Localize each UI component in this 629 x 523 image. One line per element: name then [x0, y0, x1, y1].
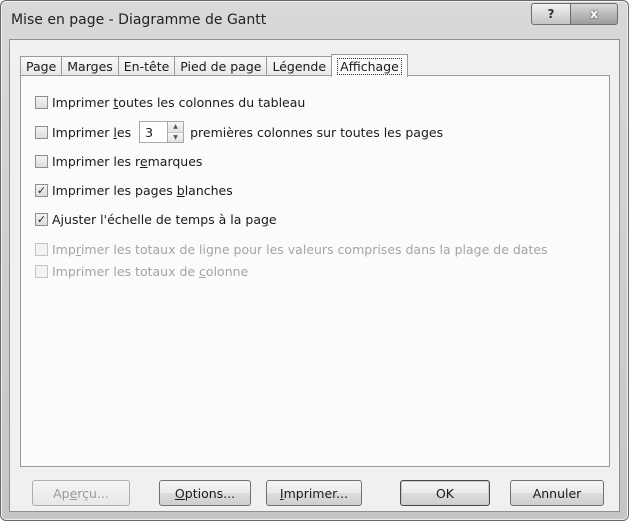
title-bar[interactable]: Mise en page - Diagramme de Gantt ? x — [1, 1, 628, 39]
help-button[interactable]: ? — [531, 3, 571, 25]
print-first-columns-checkbox[interactable] — [35, 125, 48, 139]
close-button[interactable]: x — [571, 3, 618, 25]
print-first-columns-suffix: premières colonnes sur toutes les pages — [190, 124, 444, 140]
fit-timescale-label: Ajuster l'échelle de temps à la page — [52, 211, 277, 227]
affichage-panel: Imprimer toutes les colonnes du tableau … — [20, 75, 610, 467]
tab-page[interactable]: Page — [20, 56, 63, 76]
row-totals-checkbox — [35, 242, 48, 256]
spinner-arrows: ▲ ▼ — [167, 122, 184, 142]
print-first-columns-label: Imprimer les — [52, 124, 132, 140]
ok-button[interactable]: OK — [400, 480, 490, 506]
dialog-title: Mise en page - Diagramme de Gantt — [11, 12, 267, 28]
title-bar-buttons: ? x — [531, 3, 618, 25]
tab-affichage[interactable]: Affichage — [331, 54, 408, 77]
fit-timescale-checkbox[interactable]: ✓ — [35, 212, 48, 226]
fit-timescale-option[interactable]: ✓ Ajuster l'échelle de temps à la page — [35, 209, 277, 229]
print-blank-pages-checkbox[interactable]: ✓ — [35, 183, 48, 197]
print-button[interactable]: Imprimer... — [266, 480, 362, 506]
print-first-columns-option[interactable]: Imprimer les 3 ▲ ▼ premières colonnes su… — [35, 121, 444, 143]
column-totals-checkbox — [35, 264, 48, 278]
tab-legende[interactable]: Légende — [266, 56, 333, 76]
tab-strip: Page Marges En-tête Pied de page Légende… — [20, 54, 408, 77]
column-totals-label: Imprimer les totaux de colonne — [52, 263, 249, 279]
dialog-window: Mise en page - Diagramme de Gantt ? x Pa… — [0, 0, 629, 521]
cancel-button[interactable]: Annuler — [510, 480, 604, 506]
preview-button[interactable]: Ap e rçu... — [32, 480, 130, 506]
button-row: Ap e rçu... Options... Imprimer... OK Annu… — [10, 480, 619, 506]
column-totals-option: Imprimer les totaux de colonne — [35, 261, 248, 281]
columns-count-spinner[interactable]: 3 ▲ ▼ — [139, 121, 185, 143]
close-icon: x — [590, 7, 598, 21]
options-button[interactable]: Options... — [159, 480, 251, 506]
tab-pied-de-page[interactable]: Pied de page — [174, 56, 268, 76]
spin-up-icon[interactable]: ▲ — [168, 122, 184, 132]
spin-down-icon[interactable]: ▼ — [168, 131, 184, 142]
print-all-columns-option[interactable]: Imprimer toutes les colonnes du tableau — [35, 92, 305, 112]
print-notes-checkbox[interactable] — [35, 154, 48, 168]
dialog-client-area: Page Marges En-tête Pied de page Légende… — [9, 39, 620, 512]
row-totals-option: Imprimer les totaux de ligne pour les va… — [35, 239, 548, 259]
columns-count-value[interactable]: 3 — [140, 122, 167, 142]
print-blank-pages-option[interactable]: ✓ Imprimer les pages blanches — [35, 180, 233, 200]
help-icon: ? — [547, 7, 555, 21]
print-notes-option[interactable]: Imprimer les remarques — [35, 151, 202, 171]
print-all-columns-checkbox[interactable] — [35, 95, 48, 109]
print-blank-pages-label: Imprimer les pages blanches — [52, 182, 233, 198]
tab-marges[interactable]: Marges — [61, 56, 119, 76]
print-notes-label: Imprimer les remarques — [52, 153, 203, 169]
tab-en-tete[interactable]: En-tête — [117, 56, 176, 76]
row-totals-label: Imprimer les totaux de ligne pour les va… — [52, 241, 548, 257]
print-all-columns-label: Imprimer toutes les colonnes du tableau — [52, 94, 306, 110]
